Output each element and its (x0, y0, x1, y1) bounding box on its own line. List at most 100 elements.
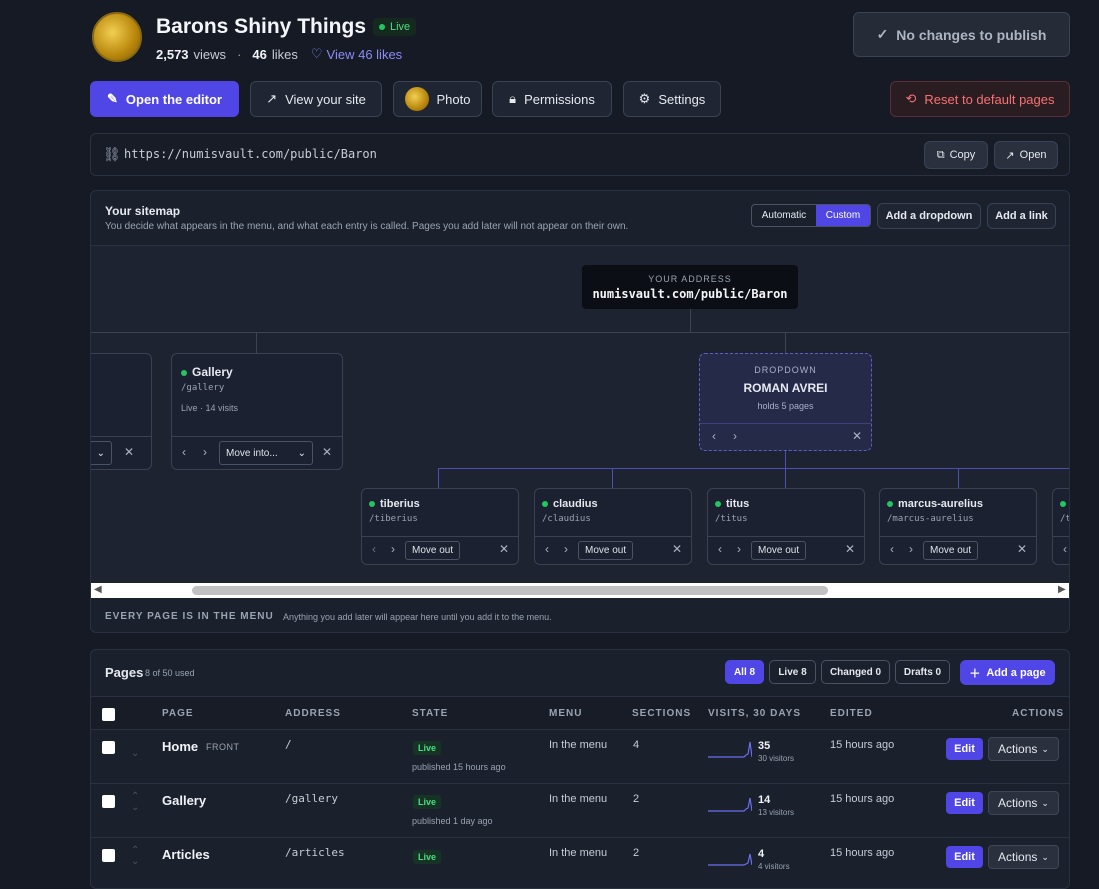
view-likes-link[interactable]: ♡ View 46 likes (311, 46, 402, 62)
actions-button[interactable]: Actions ⌄ (988, 737, 1059, 761)
add-dropdown-button[interactable]: Add a dropdown (877, 203, 981, 229)
open-url-button[interactable]: ↗ Open (994, 141, 1058, 169)
chevron-left-icon[interactable]: ‹ (1063, 542, 1067, 556)
row-checkbox[interactable] (102, 741, 115, 754)
publish-button[interactable]: ✓ No changes to publish (853, 12, 1070, 57)
close-icon[interactable]: ✕ (672, 542, 682, 556)
reset-pages-button[interactable]: ⟲ Reset to default pages (890, 81, 1070, 117)
move-up-icon[interactable]: ⌃ (131, 791, 139, 802)
row-checkbox[interactable] (102, 849, 115, 862)
move-down-icon[interactable]: ⌄ (131, 802, 139, 813)
move-out-button[interactable]: Move out (751, 541, 807, 560)
filter-all[interactable]: All 8 (725, 660, 764, 684)
permissions-button[interactable]: 🔒︎ Permissions (492, 81, 612, 117)
child-card-marcus-aurelius[interactable]: marcus-aurelius /marcus-aurelius ‹ › Mov… (879, 488, 1037, 565)
chevron-left-icon[interactable]: ‹ (712, 429, 716, 443)
close-icon[interactable]: ✕ (845, 542, 855, 556)
page-card-partial[interactable]: ⌄ ✕ (91, 353, 152, 470)
chevron-right-icon[interactable]: › (733, 429, 737, 443)
move-down-icon[interactable]: ⌄ (131, 748, 139, 759)
col-visits[interactable]: VISITS, 30 DAYS (708, 708, 801, 719)
scrollbar-thumb[interactable] (192, 586, 828, 595)
view-site-button[interactable]: ↗ View your site (250, 81, 382, 117)
settings-button[interactable]: ⚙ Settings (623, 81, 721, 117)
chevron-right-icon[interactable]: › (737, 542, 741, 556)
col-sections[interactable]: SECTIONS (632, 708, 691, 719)
chevron-right-icon[interactable]: › (564, 542, 568, 556)
filter-live[interactable]: Live 8 (769, 660, 816, 684)
edit-button[interactable]: Edit (946, 792, 983, 814)
add-link-button[interactable]: Add a link (987, 203, 1056, 229)
select-all-checkbox[interactable] (102, 708, 115, 721)
scroll-left-icon[interactable]: ◀ (94, 584, 102, 595)
child-name: claudius (553, 498, 598, 510)
chevron-right-icon[interactable]: › (391, 542, 395, 556)
col-actions: ACTIONS (1012, 708, 1064, 719)
card-title: tiberius (369, 498, 420, 510)
child-card-claudius[interactable]: claudius /claudius ‹ › Move out ✕ (534, 488, 692, 565)
move-up-icon[interactable]: ⌃ (131, 845, 139, 856)
horizontal-scrollbar[interactable]: ◀ ▶ (91, 583, 1069, 598)
open-editor-label: Open the editor (125, 91, 222, 107)
child-card-tiberius[interactable]: tiberius /tiberius ‹ › Move out ✕ (361, 488, 519, 565)
filter-drafts[interactable]: Drafts 0 (895, 660, 950, 684)
chevron-right-icon[interactable]: › (203, 445, 207, 459)
chevron-right-icon[interactable]: › (909, 542, 913, 556)
chevron-left-icon[interactable]: ‹ (718, 542, 722, 556)
col-page[interactable]: PAGE (162, 708, 194, 719)
gallery-name: Gallery (192, 365, 233, 379)
dropdown-card[interactable]: DROPDOWN ROMAN AVREI holds 5 pages ‹ › ✕ (699, 353, 872, 451)
close-icon[interactable]: ✕ (852, 429, 862, 443)
filter-changed[interactable]: Changed 0 (821, 660, 890, 684)
page-name[interactable]: Gallery (162, 793, 206, 808)
move-into-select[interactable]: Move into... ⌄ (219, 441, 313, 465)
chevron-left-icon[interactable]: ‹ (545, 542, 549, 556)
child-card-partial[interactable]: /t ‹ (1052, 488, 1069, 565)
close-icon[interactable]: ✕ (322, 445, 332, 459)
col-edited[interactable]: EDITED (830, 708, 873, 719)
move-out-button[interactable]: Move out (405, 541, 461, 560)
move-out-button[interactable]: Move out (578, 541, 634, 560)
close-icon[interactable]: ✕ (1017, 542, 1027, 556)
copy-button[interactable]: ⧉ Copy (924, 141, 988, 169)
col-address[interactable]: ADDRESS (285, 708, 341, 719)
sitemap-canvas[interactable]: YOUR ADDRESS numisvault.com/public/Baron… (91, 245, 1069, 598)
card-title (1060, 498, 1069, 510)
state-pill: Live (413, 795, 442, 809)
mode-custom[interactable]: Custom (815, 205, 870, 226)
col-menu[interactable]: MENU (549, 708, 582, 719)
photo-button[interactable]: Photo (393, 81, 482, 117)
chevron-left-icon[interactable]: ‹ (890, 542, 894, 556)
permissions-label: Permissions (524, 91, 595, 107)
chevron-down-icon: ⌄ (1041, 797, 1049, 808)
edit-button[interactable]: Edit (946, 846, 983, 868)
scroll-right-icon[interactable]: ▶ (1058, 584, 1066, 595)
move-out-button[interactable]: Move out (923, 541, 979, 560)
chevron-down-icon: ⌄ (1041, 851, 1049, 862)
page-card-gallery[interactable]: Gallery /gallery Live · 14 visits ‹ › Mo… (171, 353, 343, 470)
actions-button[interactable]: Actions ⌄ (988, 791, 1059, 815)
move-down-icon[interactable]: ⌄ (131, 856, 139, 867)
chevron-left-icon[interactable]: ‹ (182, 445, 186, 459)
actions-button[interactable]: Actions ⌄ (988, 845, 1059, 869)
visitors-count: 30 visitors (758, 754, 795, 763)
publish-label: No changes to publish (896, 26, 1047, 43)
close-icon[interactable]: ✕ (499, 542, 509, 556)
site-url[interactable]: https://numisvault.com/public/Baron (124, 147, 377, 161)
copy-label: Copy (949, 149, 976, 161)
open-editor-button[interactable]: ✎ Open the editor (90, 81, 239, 117)
site-avatar (92, 12, 142, 62)
mode-automatic[interactable]: Automatic (752, 205, 816, 226)
chevron-left-icon[interactable]: ‹ (372, 542, 376, 556)
page-name[interactable]: Home (162, 739, 198, 754)
edit-button[interactable]: Edit (946, 738, 983, 760)
row-checkbox[interactable] (102, 795, 115, 808)
close-icon[interactable]: ✕ (124, 445, 134, 459)
col-state[interactable]: STATE (412, 708, 448, 719)
add-page-button[interactable]: ＋ Add a page (960, 660, 1055, 685)
move-into-select[interactable]: ⌄ (91, 441, 112, 465)
page-name[interactable]: Articles (162, 847, 210, 862)
child-card-titus[interactable]: titus /titus ‹ › Move out ✕ (707, 488, 865, 565)
child-name: tiberius (380, 498, 420, 510)
external-link-icon: ↗ (1005, 149, 1015, 162)
